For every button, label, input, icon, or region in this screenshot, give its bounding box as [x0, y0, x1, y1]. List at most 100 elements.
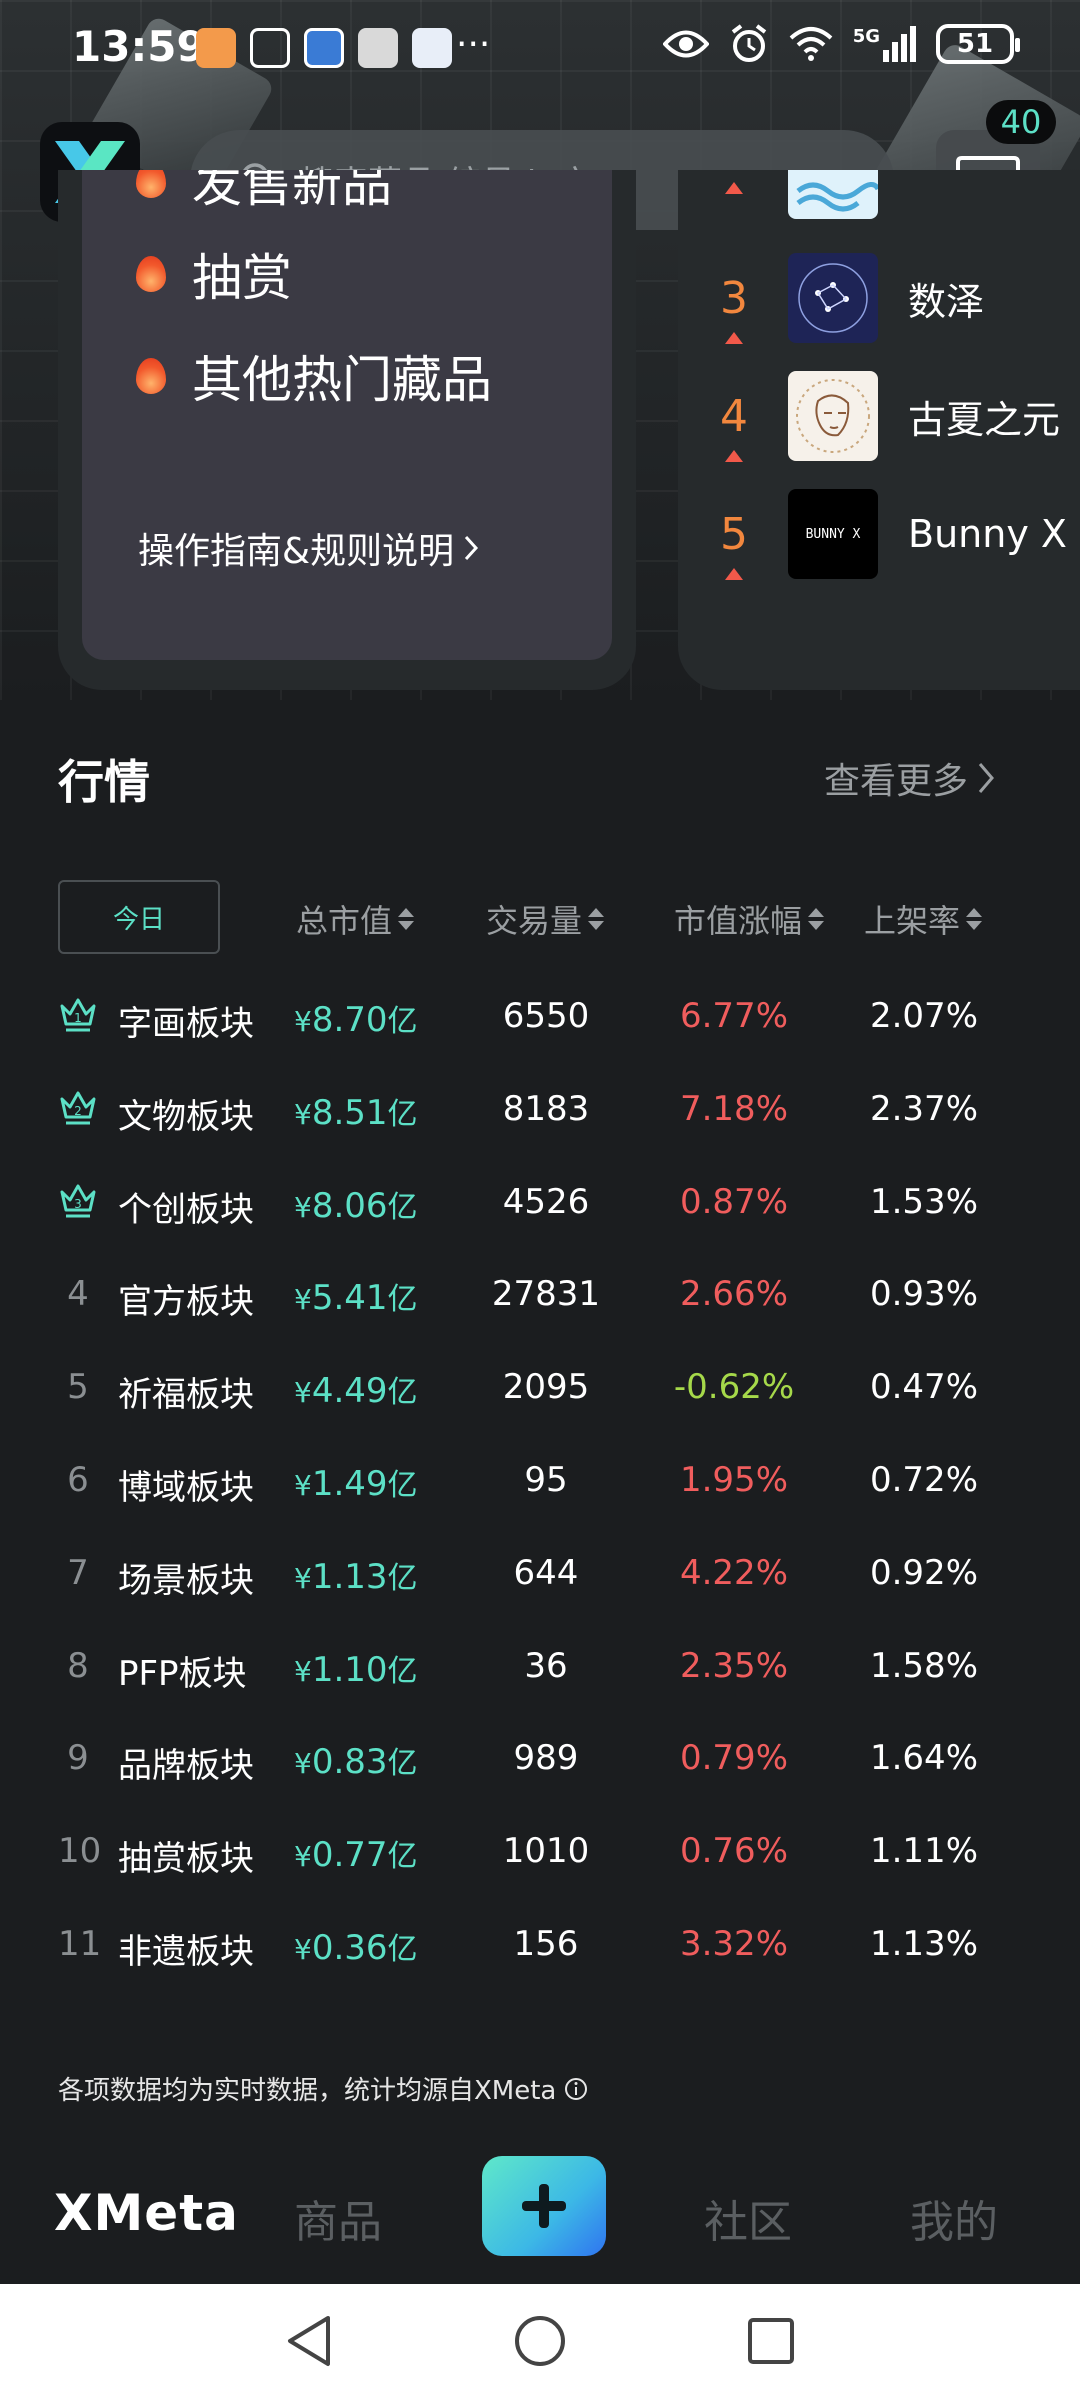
- trade-volume: 4526: [502, 1181, 590, 1222]
- tab-mine[interactable]: 我的: [910, 2186, 998, 2250]
- sector-name: 场景板块: [118, 1560, 254, 1601]
- listing-rate: 1.13%: [869, 1924, 978, 1964]
- row-rank: 4: [67, 1274, 89, 1315]
- notification-icons: [196, 28, 452, 68]
- tab-community[interactable]: 社区: [704, 2186, 792, 2250]
- guide-link-label: 操作指南&规则说明: [138, 531, 455, 572]
- collection-name: 数泽: [908, 279, 985, 324]
- sort-icon: [398, 908, 415, 930]
- unread-count-badge: 40: [986, 100, 1056, 144]
- total-market-cap: ¥8.51亿: [294, 1092, 418, 1133]
- hot-item-other[interactable]: 其他热门藏品: [136, 340, 492, 412]
- status-time: 13:59: [72, 22, 206, 71]
- listing-rate: 0.93%: [869, 1274, 978, 1315]
- market-row[interactable]: 3 个创板块 ¥8.06亿 4526 0.87% 1.53%: [0, 1158, 1080, 1250]
- back-icon[interactable]: [282, 2312, 336, 2370]
- browser-notification-icon: [304, 28, 344, 68]
- tab-goods[interactable]: 商品: [294, 2186, 382, 2250]
- sector-name: 字画板块: [118, 1004, 254, 1044]
- crown-icon: 1: [58, 994, 98, 1038]
- collection-thumbnail: [788, 170, 878, 219]
- listing-rate: 0.72%: [869, 1460, 978, 1500]
- calendar-notification-icon: [412, 28, 452, 68]
- row-rank: 10: [58, 1831, 102, 1872]
- total-market-cap: ¥1.49亿: [294, 1464, 418, 1504]
- trade-volume: 644: [513, 1552, 579, 1593]
- column-header-label: 市值涨幅: [674, 902, 803, 940]
- sort-icon: [808, 908, 825, 930]
- sector-name: 官方板块: [118, 1282, 254, 1323]
- market-row[interactable]: 2 文物板块 ¥8.51亿 8183 7.18% 2.37%: [0, 1065, 1080, 1157]
- market-row[interactable]: 7 场景板块 ¥1.13亿 644 4.22% 0.92%: [0, 1529, 1080, 1621]
- collection-thumbnail: [788, 253, 878, 343]
- app-notification-icon: [196, 28, 236, 68]
- hot-item-label: 发售新品: [192, 170, 392, 213]
- tab-home[interactable]: XMeta: [54, 2184, 239, 2242]
- flame-icon: [136, 170, 166, 198]
- system-navigation-bar: [0, 2284, 1080, 2400]
- hot-item-new-release[interactable]: 发售新品: [136, 170, 392, 216]
- market-row[interactable]: 5 祈福板块 ¥4.49亿 2095 -0.62% 0.47%: [0, 1343, 1080, 1435]
- market-row[interactable]: 10 抽赏板块 ¥0.77亿 1010 0.76% 1.11%: [0, 1807, 1080, 1899]
- sector-name: 祈福板块: [118, 1375, 254, 1416]
- column-header-label: 总市值: [296, 902, 393, 940]
- sector-name: 抽赏板块: [118, 1839, 254, 1880]
- total-market-cap: ¥0.36亿: [294, 1928, 418, 1968]
- home-icon[interactable]: [512, 2312, 568, 2370]
- sort-volume[interactable]: 交易量: [486, 896, 605, 942]
- flame-icon: [136, 358, 166, 394]
- row-rank: 7: [67, 1552, 89, 1593]
- bottom-tab-bar: XMeta 商品 社区 我的: [0, 2130, 1080, 2284]
- ranking-item[interactable]: 4 古夏之元: [714, 370, 1060, 462]
- see-more-link[interactable]: 查看更多: [824, 752, 996, 804]
- sector-name: 个创板块: [118, 1189, 254, 1230]
- sector-name: 博域板块: [118, 1468, 254, 1508]
- cap-change: 4.22%: [679, 1552, 788, 1593]
- cap-change: 0.76%: [679, 1831, 788, 1872]
- battery-level: 51: [956, 29, 994, 59]
- sector-name: 品牌板块: [118, 1746, 254, 1787]
- market-row[interactable]: 9 品牌板块 ¥0.83亿 989 0.79% 1.64%: [0, 1714, 1080, 1806]
- sort-listing-rate[interactable]: 上架率: [864, 896, 983, 942]
- listing-rate: 2.37%: [869, 1088, 978, 1129]
- market-row[interactable]: 6 博域板块 ¥1.49亿 95 1.95% 0.72%: [0, 1436, 1080, 1528]
- hot-categories-card: 发售新品 抽赏 其他热门藏品 操作指南&规则说明: [58, 170, 636, 690]
- recents-icon[interactable]: [744, 2312, 798, 2370]
- market-row[interactable]: 11 非遗板块 ¥0.36亿 156 3.32% 1.13%: [0, 1900, 1080, 1992]
- period-selector[interactable]: 今日: [58, 880, 220, 954]
- ranking-card: 3 数泽 4 古夏之元 5 BUNNY X Bunny X: [678, 170, 1080, 690]
- cap-change: 2.35%: [679, 1645, 788, 1686]
- rank-number: 3: [714, 273, 754, 344]
- ranking-item[interactable]: 5 BUNNY X Bunny X: [714, 488, 1067, 580]
- row-rank: 6: [67, 1460, 89, 1500]
- chevron-right-icon: [978, 763, 994, 793]
- rank-up-icon: [725, 449, 743, 462]
- market-row[interactable]: 1 字画板块 ¥8.70亿 6550 6.77% 2.07%: [0, 972, 1080, 1064]
- market-row[interactable]: 8 PFP板块 ¥1.10亿 36 2.35% 1.58%: [0, 1622, 1080, 1714]
- battery-icon: 51: [936, 24, 1020, 64]
- market-row[interactable]: 4 官方板块 ¥5.41亿 27831 2.66% 0.93%: [0, 1250, 1080, 1342]
- hot-item-draw[interactable]: 抽赏: [136, 238, 292, 310]
- cap-change: 1.95%: [679, 1460, 788, 1500]
- total-market-cap: ¥8.70亿: [294, 1000, 418, 1040]
- ranking-item[interactable]: [714, 170, 908, 220]
- publish-button[interactable]: [482, 2156, 606, 2256]
- svg-text:1: 1: [74, 1011, 82, 1025]
- listing-rate: 0.92%: [869, 1552, 978, 1593]
- guide-link[interactable]: 操作指南&规则说明: [138, 522, 480, 574]
- row-rank: 11: [58, 1924, 102, 1964]
- status-bar: 13:59 ··· 5G 51: [0, 0, 1080, 100]
- alarm-icon: [731, 24, 766, 62]
- data-source-note: 各项数据均为实时数据，统计均源自XMeta: [58, 2070, 588, 2107]
- cap-change: -0.62%: [673, 1367, 795, 1408]
- trade-volume: 1010: [502, 1831, 590, 1872]
- info-icon[interactable]: [564, 2077, 588, 2101]
- footnote-text: 各项数据均为实时数据，统计均源自XMeta: [58, 2076, 557, 2106]
- crown-icon: 3: [58, 1180, 98, 1224]
- sort-total-cap[interactable]: 总市值: [296, 896, 415, 942]
- trade-volume: 6550: [502, 996, 590, 1036]
- listing-rate: 0.47%: [869, 1367, 978, 1408]
- ranking-item[interactable]: 3 数泽: [714, 252, 984, 344]
- sort-change[interactable]: 市值涨幅: [674, 896, 825, 942]
- cap-change: 2.66%: [679, 1274, 788, 1315]
